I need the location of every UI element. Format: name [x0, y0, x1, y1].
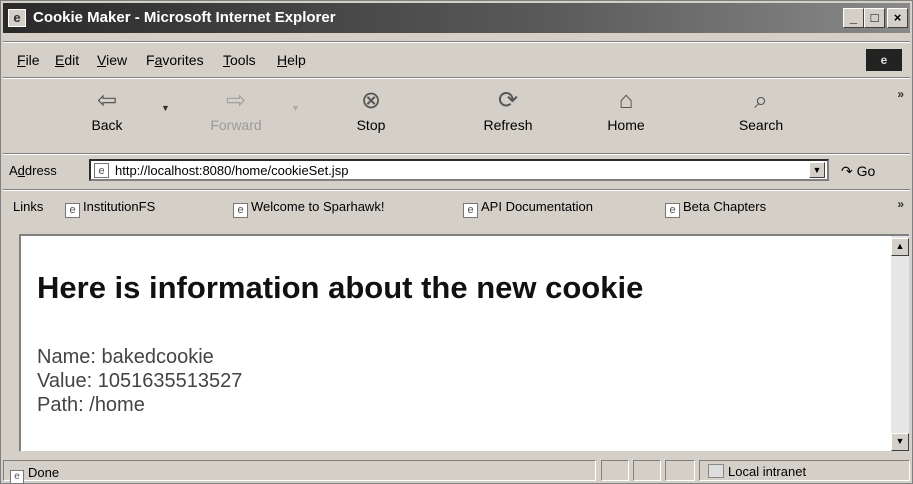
forward-arrow-icon: ⇨: [225, 87, 247, 114]
security-zone: Local intranet: [708, 464, 806, 479]
status-text: e Done: [10, 465, 59, 484]
home-icon: ⌂: [618, 87, 634, 114]
address-bar: Address e http://localhost:8080/home/coo…: [3, 157, 910, 185]
cookie-value: Value: 1051635513527: [37, 370, 243, 392]
search-label: Search: [738, 117, 784, 133]
link-beta-chapters[interactable]: e Beta Chapters: [665, 199, 766, 218]
home-label: Home: [607, 117, 645, 133]
menu-separator: [3, 41, 910, 43]
intranet-zone-icon: [708, 464, 724, 478]
home-button[interactable]: ⌂ Home: [586, 85, 666, 133]
menu-view[interactable]: View: [97, 52, 127, 68]
page-heading: Here is information about the new cookie: [37, 270, 644, 305]
links-more-chevron-icon[interactable]: »: [897, 197, 904, 211]
address-url[interactable]: http://localhost:8080/home/cookieSet.jsp: [115, 163, 348, 178]
link-page-icon: e: [463, 203, 478, 218]
links-label: Links: [13, 199, 44, 214]
link-institutionfs[interactable]: e InstitutionFS: [65, 199, 155, 218]
toolbar-more-chevron-icon[interactable]: »: [897, 87, 904, 101]
links-bar: Links e InstitutionFS e Welcome to Sparhaw…: [3, 193, 910, 221]
refresh-icon: ⟳: [497, 87, 519, 114]
status-pane-1: [601, 460, 629, 481]
menu-edit[interactable]: Edit: [55, 52, 79, 68]
status-message-pane: e Done: [3, 460, 596, 484]
menu-favorites[interactable]: Favorites: [146, 52, 204, 68]
scroll-down-icon[interactable]: ▼: [891, 433, 909, 451]
search-button[interactable]: ⌕ Search: [721, 85, 801, 133]
forward-button[interactable]: ⇨ Forward: [196, 85, 276, 133]
back-button[interactable]: ⇦ Back: [67, 85, 147, 133]
standard-toolbar: ⇦ Back ▼ ⇨ Forward ▼ ⊗ Stop ⟳ Refresh ⌂ …: [3, 81, 910, 151]
go-button[interactable]: ↷ Go: [841, 163, 875, 180]
refresh-label: Refresh: [483, 117, 533, 133]
address-dropdown-icon[interactable]: ▼: [809, 162, 825, 178]
vertical-scrollbar[interactable]: ▲ ▼: [891, 234, 909, 451]
link-welcome-sparhawk[interactable]: e Welcome to Sparhawk!: [233, 199, 384, 218]
title-bar[interactable]: e Cookie Maker - Microsoft Internet Expl…: [3, 3, 910, 33]
cookie-name: Name: bakedcookie: [37, 346, 214, 368]
back-label: Back: [91, 117, 123, 133]
security-zone-pane: Local intranet: [699, 460, 910, 481]
menu-file[interactable]: File: [17, 52, 40, 68]
status-page-icon: e: [10, 470, 24, 484]
link-api-documentation[interactable]: e API Documentation: [463, 199, 593, 218]
status-pane-3: [665, 460, 695, 481]
back-arrow-icon: ⇦: [96, 87, 118, 114]
refresh-button[interactable]: ⟳ Refresh: [468, 85, 548, 133]
address-label: Address: [9, 163, 57, 178]
page-content: Here is information about the new cookie…: [19, 234, 891, 451]
go-arrow-icon: ↷: [841, 163, 853, 179]
status-pane-2: [633, 460, 661, 481]
address-separator: [3, 153, 910, 155]
maximize-button[interactable]: □: [864, 8, 885, 28]
link-page-icon: e: [233, 203, 248, 218]
page-icon: e: [94, 163, 109, 178]
forward-label: Forward: [210, 117, 262, 133]
ie-logo-icon: e: [866, 49, 902, 71]
toolbar-separator: [3, 77, 910, 79]
cookie-path: Path: /home: [37, 394, 145, 416]
stop-icon: ⊗: [360, 87, 382, 114]
window-title: Cookie Maker - Microsoft Internet Explor…: [33, 9, 336, 26]
stop-label: Stop: [356, 117, 386, 133]
menu-tools[interactable]: Tools: [223, 52, 256, 68]
address-input[interactable]: e http://localhost:8080/home/cookieSet.j…: [89, 159, 829, 181]
status-bar: e Done Local intranet: [3, 458, 910, 484]
go-label: Go: [856, 163, 876, 179]
search-icon: ⌕: [754, 87, 768, 114]
link-page-icon: e: [665, 203, 680, 218]
menu-help[interactable]: Help: [277, 52, 306, 68]
browser-window: e Cookie Maker - Microsoft Internet Expl…: [0, 0, 913, 484]
minimize-button[interactable]: _: [843, 8, 864, 28]
close-button[interactable]: ×: [887, 8, 908, 28]
back-dropdown-icon[interactable]: ▼: [161, 103, 170, 113]
ie-page-icon: e: [8, 9, 26, 27]
link-page-icon: e: [65, 203, 80, 218]
links-separator: [3, 189, 910, 191]
stop-button[interactable]: ⊗ Stop: [331, 85, 411, 133]
menu-bar: File Edit View Favorites Tools Help e: [3, 47, 910, 73]
scroll-up-icon[interactable]: ▲: [891, 238, 909, 256]
forward-dropdown-icon[interactable]: ▼: [291, 103, 300, 113]
